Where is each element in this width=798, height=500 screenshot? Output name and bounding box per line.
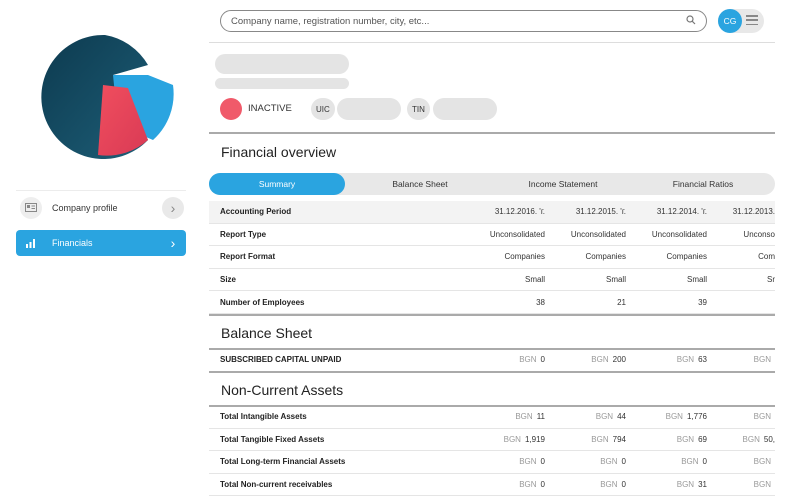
row-label: Number of Employees [220, 297, 305, 307]
table-cell: BGN 200 [591, 355, 626, 365]
tin-value-placeholder [433, 98, 497, 120]
row-label: Accounting Period [220, 207, 292, 217]
table-cell: 38 [536, 297, 545, 307]
table-cell: BGN 50, [742, 434, 775, 444]
table-cell: BGN [753, 480, 771, 490]
financial-tabs: Summary Balance Sheet Income Statement F… [209, 173, 775, 195]
table-cell: BGN 1,919 [503, 434, 545, 444]
table-cell: BGN 11 [515, 412, 545, 422]
status-indicator [220, 98, 242, 120]
table-cell: BGN 794 [591, 434, 626, 444]
section-title-financial-overview: Financial overview [221, 144, 337, 160]
table-cell: BGN 0 [519, 480, 545, 490]
table-cell: Unconso [743, 229, 775, 239]
table-row: Size Small Small Small Sr [209, 269, 775, 292]
table-row: SUBSCRIBED CAPITAL UNPAID BGN 0 BGN 200 BG… [209, 349, 775, 372]
table-cell: BGN [753, 355, 771, 365]
tab-summary[interactable]: Summary [209, 173, 345, 195]
table-cell: Com [758, 252, 775, 262]
avatar[interactable]: CG [718, 9, 742, 33]
sidebar-item-label: Company profile [52, 202, 118, 213]
table-cell: BGN 0 [519, 457, 545, 467]
table-row: Total Non-current receivables BGN 0 BGN 0 … [209, 474, 775, 497]
table-row: Number of Employees 38 21 39 [209, 291, 775, 314]
sidebar-nav: Company profile › Financials › [16, 190, 186, 256]
tab-financial-ratios[interactable]: Financial Ratios [631, 173, 775, 195]
id-card-icon [20, 196, 42, 219]
table-cell: Unconsolidated [570, 229, 626, 239]
search-icon[interactable] [686, 14, 696, 28]
table-cell: BGN 69 [676, 434, 707, 444]
table-cell: BGN [753, 457, 771, 467]
table-cell: Small [605, 275, 626, 285]
divider [209, 42, 775, 43]
table-cell: Small [524, 275, 545, 285]
company-logo [41, 34, 174, 159]
table-row: Report Format Companies Companies Compan… [209, 246, 775, 269]
tab-balance-sheet[interactable]: Balance Sheet [345, 173, 495, 195]
non-current-assets-table: Total Intangible Assets BGN 11 BGN 44 BGN 1… [209, 406, 775, 497]
uic-value-placeholder [337, 98, 401, 120]
table-cell: Companies [585, 252, 626, 262]
chevron-right-icon: › [162, 196, 184, 219]
table-cell: 21 [617, 297, 626, 307]
table-cell: BGN 31 [676, 480, 707, 490]
section-divider [209, 314, 775, 316]
row-label: SUBSCRIBED CAPITAL UNPAID [220, 355, 342, 365]
row-label: Size [220, 275, 237, 285]
table-row: Accounting Period 31.12.2016. 'г. 31.12.… [209, 201, 775, 224]
sidebar: Company profile › Financials › [0, 0, 200, 500]
tin-label: TIN [407, 98, 430, 120]
table-cell: BGN 1,776 [665, 412, 707, 422]
row-label: Total Intangible Assets [220, 412, 307, 422]
sidebar-item-financials[interactable]: Financials › [16, 230, 186, 256]
table-cell: BGN 44 [595, 412, 626, 422]
section-divider [209, 132, 775, 134]
table-cell: 31.12.2016. 'г. [494, 207, 545, 217]
table-cell: 39 [698, 297, 707, 307]
row-label: Total Non-current receivables [220, 480, 333, 490]
table-cell: Companies [666, 252, 707, 262]
table-row: Report Type Unconsolidated Unconsolidate… [209, 224, 775, 247]
status-badge: INACTIVE [248, 103, 292, 114]
bar-chart-icon [20, 232, 42, 254]
sidebar-item-label: Financials [52, 238, 93, 248]
table-cell: BGN 0 [600, 457, 626, 467]
table-cell: BGN [753, 412, 771, 422]
table-cell: Small [686, 275, 707, 285]
sidebar-item-company-profile[interactable]: Company profile › [16, 190, 186, 224]
table-row: Total Long-term Financial Assets BGN 0 BG… [209, 451, 775, 474]
balance-sheet-table: SUBSCRIBED CAPITAL UNPAID BGN 0 BGN 200 BG… [209, 349, 775, 372]
company-subtitle-placeholder [215, 78, 349, 89]
row-label: Total Tangible Fixed Assets [220, 434, 325, 444]
table-cell: 31.12.2014. 'г. [656, 207, 707, 217]
tab-income-statement[interactable]: Income Statement [495, 173, 631, 195]
uic-label: UIC [311, 98, 335, 120]
search-input[interactable]: Company name, registration number, city,… [220, 10, 707, 32]
company-name-placeholder [215, 54, 349, 74]
table-row: Total Tangible Fixed Assets BGN 1,919 BGN… [209, 429, 775, 452]
table-cell: Unconsolidated [489, 229, 545, 239]
table-cell: Sr [767, 275, 775, 285]
table-row: Total Intangible Assets BGN 11 BGN 44 BGN 1… [209, 406, 775, 429]
row-label: Report Type [220, 229, 267, 239]
table-cell: 31.12.2015. 'г. [575, 207, 626, 217]
section-title-balance-sheet: Balance Sheet [221, 325, 313, 341]
row-label: Report Format [220, 252, 276, 262]
table-cell: BGN 0 [681, 457, 707, 467]
row-label: Total Long-term Financial Assets [220, 457, 346, 467]
hamburger-menu-icon[interactable] [746, 15, 758, 25]
table-cell: Companies [504, 252, 545, 262]
summary-table: Accounting Period 31.12.2016. 'г. 31.12.… [209, 201, 775, 314]
table-cell: BGN 0 [600, 480, 626, 490]
table-cell: BGN 63 [676, 355, 707, 365]
chevron-right-icon: › [170, 235, 176, 251]
section-title-non-current-assets: Non-Current Assets [221, 382, 344, 398]
section-divider [209, 371, 775, 373]
table-cell: BGN 0 [519, 355, 545, 365]
table-cell: Unconsolidated [651, 229, 707, 239]
search-placeholder: Company name, registration number, city,… [231, 15, 430, 27]
table-cell: 31.12.2013. [732, 207, 775, 217]
